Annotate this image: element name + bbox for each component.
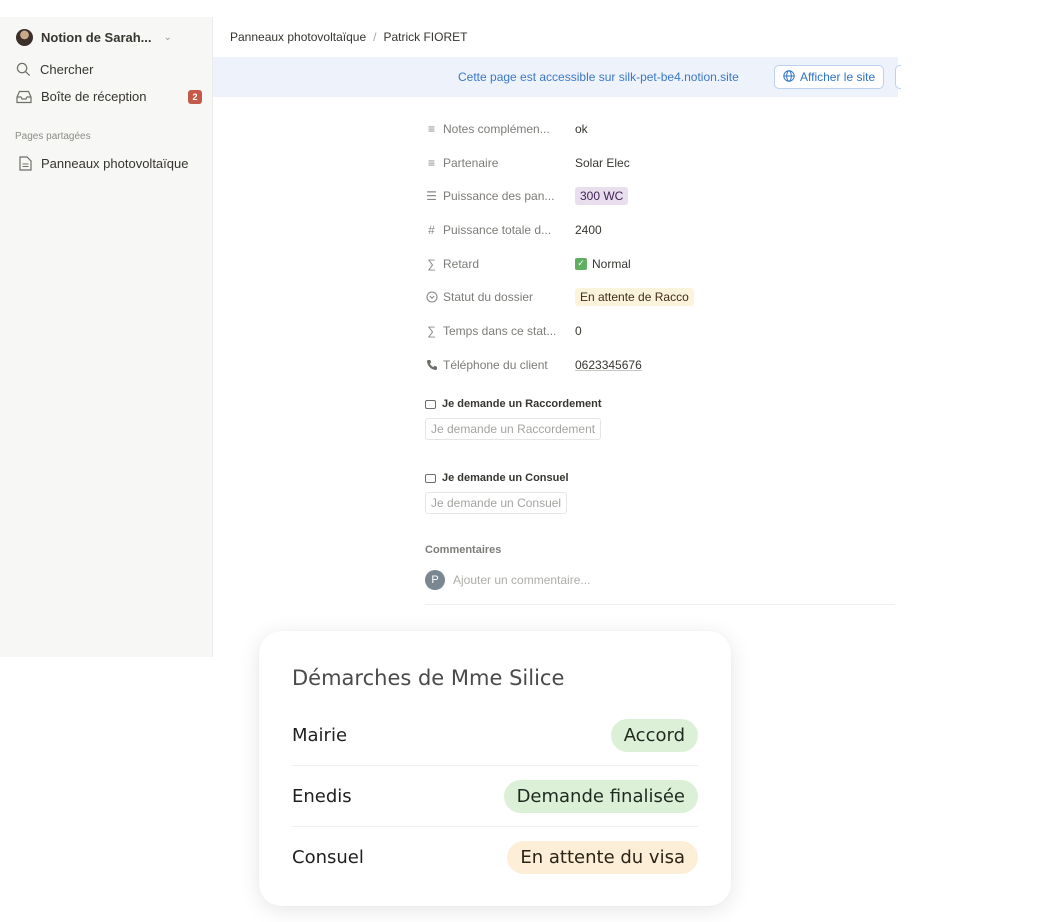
status-row: Mairie Accord xyxy=(292,705,698,766)
inbox-count-badge: 2 xyxy=(188,89,202,104)
sigma-icon: ∑ xyxy=(427,256,436,271)
raccordement-button-block: Je demande un Raccordement Je demande un… xyxy=(425,398,602,440)
sidebar-item-search[interactable]: Chercher xyxy=(16,62,202,77)
status-pill: En attente du visa xyxy=(507,841,698,874)
property-row[interactable]: ☰ Puissance des pan... 300 WC xyxy=(425,179,895,213)
status-row-label: Mairie xyxy=(292,724,348,746)
property-value: ok xyxy=(575,121,588,136)
breadcrumb-parent[interactable]: Panneaux photovoltaïque xyxy=(230,30,366,44)
comment-input[interactable]: Ajouter un commentaire... xyxy=(453,573,590,587)
status-pill: Accord xyxy=(610,718,698,752)
workspace-name: Notion de Sarah... xyxy=(41,30,152,45)
status-row: Enedis Demande finalisée xyxy=(292,766,698,827)
sidebar: Notion de Sarah... ⌄ Chercher Boîte de r… xyxy=(0,17,213,657)
property-row[interactable]: Statut du dossier En attente de Racco xyxy=(425,280,895,314)
property-name: Puissance totale d... xyxy=(443,222,552,237)
chevron-down-icon: ⌄ xyxy=(163,32,172,43)
list-icon: ☰ xyxy=(426,189,437,204)
property-name: Puissance des pan... xyxy=(443,189,555,204)
button-property-label: Je demande un Raccordement xyxy=(442,398,602,410)
banner-extra-button[interactable] xyxy=(895,65,901,89)
button-property-label: Je demande un Consuel xyxy=(442,472,569,484)
text-lines-icon: ≡ xyxy=(427,121,435,136)
sidebar-item-label: Chercher xyxy=(40,62,94,77)
text-lines-icon: ≡ xyxy=(427,155,435,170)
breadcrumb-current[interactable]: Patrick FIORET xyxy=(383,30,467,44)
sidebar-item-page[interactable]: Panneaux photovoltaïque xyxy=(19,156,205,171)
property-name: Retard xyxy=(443,256,480,271)
card-title: Démarches de Mme Silice xyxy=(292,666,565,690)
property-row[interactable]: ∑ Temps dans ce stat... 0 xyxy=(425,314,895,348)
phone-link[interactable]: 0623345676 xyxy=(575,358,642,372)
search-icon xyxy=(16,62,31,77)
banner-text: Cette page est accessible sur silk-pet-b… xyxy=(458,70,739,84)
property-row[interactable]: ≡ Partenaire Solar Elec xyxy=(425,146,895,180)
property-name: Téléphone du client xyxy=(443,357,548,372)
status-icon xyxy=(425,291,438,303)
property-name: Temps dans ce stat... xyxy=(443,323,557,338)
checkmark-icon: ✓ xyxy=(575,257,587,270)
sidebar-item-label: Boîte de réception xyxy=(41,89,147,104)
divider xyxy=(425,604,895,605)
sidebar-item-inbox[interactable]: Boîte de réception 2 xyxy=(16,89,202,104)
workspace-avatar xyxy=(16,29,33,46)
property-row[interactable]: ∑ Retard ✓ Normal xyxy=(425,247,895,281)
consuel-button[interactable]: Je demande un Consuel xyxy=(425,492,568,514)
property-value: 0 xyxy=(575,323,582,338)
property-row[interactable]: Téléphone du client 0623345676 xyxy=(425,348,895,382)
breadcrumb-separator: / xyxy=(373,30,377,44)
avatar: P xyxy=(425,570,445,590)
hash-icon: # xyxy=(428,222,435,237)
button-icon xyxy=(425,473,436,483)
property-value: Solar Elec xyxy=(575,155,630,170)
status-card: Démarches de Mme Silice Mairie Accord En… xyxy=(259,631,731,906)
status-row-label: Enedis xyxy=(292,785,352,807)
consuel-button-block: Je demande un Consuel Je demande un Cons… xyxy=(425,472,569,514)
public-page-banner: Cette page est accessible sur silk-pet-b… xyxy=(213,57,901,97)
inbox-icon xyxy=(16,90,32,104)
select-tag: 300 WC xyxy=(575,187,629,206)
status-pill: Demande finalisée xyxy=(503,779,698,813)
status-tag: En attente de Racco xyxy=(575,288,694,307)
property-name: Statut du dossier xyxy=(443,290,534,305)
comments-heading: Commentaires xyxy=(425,544,502,556)
phone-icon xyxy=(425,359,438,371)
property-value: 2400 xyxy=(575,222,602,237)
property-row[interactable]: ≡ Notes complémen... ok xyxy=(425,112,895,146)
view-site-button[interactable]: Afficher le site xyxy=(774,65,885,89)
breadcrumb: Panneaux photovoltaïque / Patrick FIORET xyxy=(230,30,467,44)
property-name: Notes complémen... xyxy=(443,121,550,136)
property-value: Normal xyxy=(592,256,631,271)
sigma-icon: ∑ xyxy=(427,323,436,338)
status-row-label: Consuel xyxy=(292,847,364,868)
page-icon xyxy=(19,156,32,171)
section-heading-shared: Pages partagées xyxy=(15,131,91,142)
raccordement-button[interactable]: Je demande un Raccordement xyxy=(425,418,602,440)
globe-icon xyxy=(783,69,795,85)
button-icon xyxy=(425,399,436,409)
page-properties: ≡ Notes complémen... ok ≡ Partenaire Solar… xyxy=(425,112,895,382)
property-name: Partenaire xyxy=(443,155,499,170)
comment-input-row[interactable]: P Ajouter un commentaire... xyxy=(425,570,590,590)
status-row: Consuel En attente du visa xyxy=(292,827,698,888)
view-site-label: Afficher le site xyxy=(800,70,876,84)
property-row[interactable]: # Puissance totale d... 2400 xyxy=(425,213,895,247)
sidebar-item-label: Panneaux photovoltaïque xyxy=(41,156,189,171)
workspace-switcher[interactable]: Notion de Sarah... ⌄ xyxy=(16,29,172,46)
